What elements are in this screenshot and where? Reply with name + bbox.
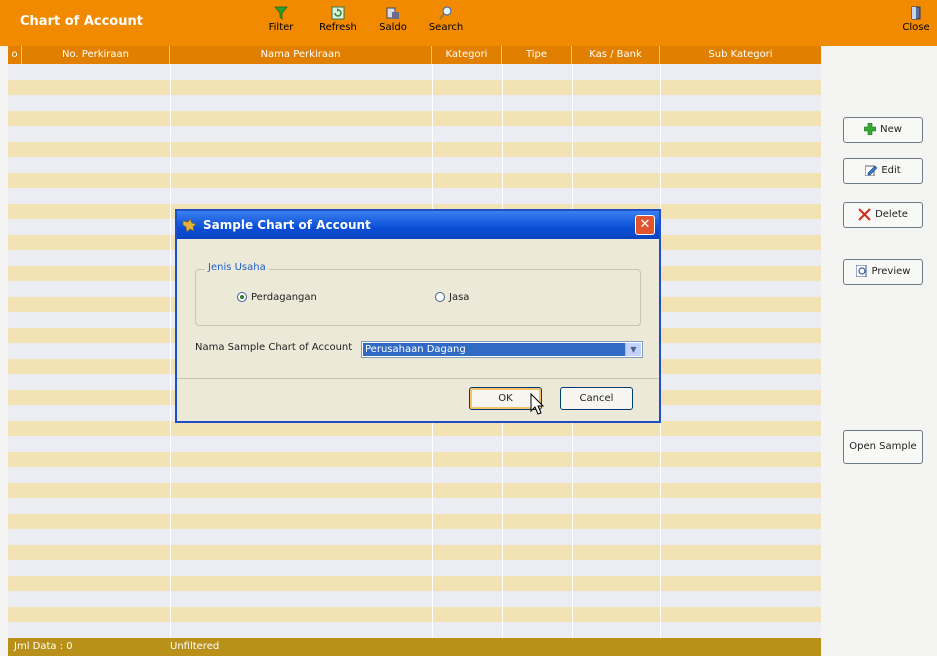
close-door-icon <box>911 6 921 20</box>
cancel-button[interactable]: Cancel <box>560 387 633 410</box>
table-row[interactable] <box>8 591 821 607</box>
record-count: Jml Data : 0 <box>14 641 73 652</box>
edit-label: Edit <box>881 165 901 176</box>
table-row[interactable] <box>8 498 821 514</box>
table-row[interactable] <box>8 467 821 483</box>
radio-perdagangan-label: Perdagangan <box>251 292 317 303</box>
dialog-titlebar[interactable]: Sample Chart of Account ✕ <box>177 211 659 239</box>
open-sample-button[interactable]: Open Sample <box>843 430 923 464</box>
grid-footer: Jml Data : 0 Unfiltered <box>8 638 821 656</box>
saldo-label: Saldo <box>379 22 407 33</box>
plus-icon <box>864 123 877 135</box>
x-icon <box>858 207 871 221</box>
radio-unselected-icon <box>435 292 445 302</box>
column-header-kas-bank[interactable]: Kas / Bank <box>572 46 660 64</box>
sample-name-select[interactable]: Perusahaan Dagang ▼ <box>361 341 643 358</box>
table-row[interactable] <box>8 451 821 467</box>
table-row[interactable] <box>8 529 821 545</box>
saldo-icon <box>386 7 399 19</box>
mouse-pointer-icon <box>530 393 544 415</box>
app-title: Chart of Account <box>20 14 143 29</box>
group-legend: Jenis Usaha <box>205 262 269 273</box>
column-header-nama-perkiraan[interactable]: Nama Perkiraan <box>170 46 432 64</box>
table-row[interactable] <box>8 188 821 204</box>
pencil-icon <box>865 165 878 176</box>
edit-button[interactable]: Edit <box>843 158 923 184</box>
jenis-usaha-group: Jenis Usaha Perdagangan Jasa <box>195 262 641 326</box>
column-header-indicator[interactable]: o <box>8 46 22 64</box>
preview-button[interactable]: Preview <box>843 259 923 285</box>
radio-selected-icon <box>237 292 247 302</box>
table-row[interactable] <box>8 482 821 498</box>
table-row[interactable] <box>8 606 821 622</box>
chevron-down-icon[interactable]: ▼ <box>625 343 641 356</box>
sample-coa-dialog: Sample Chart of Account ✕ Jenis Usaha Pe… <box>175 209 661 423</box>
radio-jasa[interactable]: Jasa <box>435 292 469 303</box>
top-toolbar: Chart of Account Filter Refresh Saldo Se… <box>0 0 937 46</box>
radio-jasa-label: Jasa <box>449 292 470 303</box>
preview-label: Preview <box>871 266 911 277</box>
open-sample-label: Open Sample <box>849 441 917 452</box>
column-header-sub-kategori[interactable]: Sub Kategori <box>660 46 821 64</box>
grid-header: o No. Perkiraan Nama Perkiraan Kategori … <box>8 46 821 64</box>
refresh-label: Refresh <box>319 22 357 33</box>
table-row[interactable] <box>8 513 821 529</box>
dialog-title: Sample Chart of Account <box>203 218 371 232</box>
close-label: Close <box>902 22 930 33</box>
side-panel: New Edit Delete Preview Open Sample <box>821 46 937 656</box>
table-row[interactable] <box>8 560 821 576</box>
column-header-no-perkiraan[interactable]: No. Perkiraan <box>22 46 170 64</box>
table-row[interactable] <box>8 126 821 142</box>
table-row[interactable] <box>8 622 821 638</box>
funnel-icon <box>274 6 288 20</box>
delete-label: Delete <box>875 209 908 220</box>
sample-name-value: Perusahaan Dagang <box>363 343 625 356</box>
delete-button[interactable]: Delete <box>843 202 923 228</box>
dialog-close-button[interactable]: ✕ <box>635 215 655 235</box>
filter-status: Unfiltered <box>170 641 220 652</box>
column-header-tipe[interactable]: Tipe <box>502 46 572 64</box>
filter-label: Filter <box>268 22 294 33</box>
table-row[interactable] <box>8 141 821 157</box>
table-row[interactable] <box>8 172 821 188</box>
table-row[interactable] <box>8 544 821 560</box>
key-icon <box>182 218 197 232</box>
search-button[interactable]: Search <box>426 6 466 42</box>
table-row[interactable] <box>8 79 821 95</box>
filter-button[interactable]: Filter <box>266 6 296 42</box>
preview-icon <box>855 265 867 277</box>
sample-name-label: Nama Sample Chart of Account <box>195 342 353 353</box>
refresh-icon <box>331 6 345 20</box>
table-row[interactable] <box>8 436 821 452</box>
new-button[interactable]: New <box>843 117 923 143</box>
table-row[interactable] <box>8 64 821 80</box>
refresh-button[interactable]: Refresh <box>316 6 360 42</box>
table-row[interactable] <box>8 157 821 173</box>
table-row[interactable] <box>8 110 821 126</box>
dialog-divider <box>177 378 659 379</box>
radio-perdagangan[interactable]: Perdagangan <box>237 292 317 303</box>
close-button[interactable]: Close <box>901 6 931 42</box>
search-label: Search <box>428 22 464 33</box>
saldo-button[interactable]: Saldo <box>376 6 410 42</box>
table-row[interactable] <box>8 575 821 591</box>
search-icon <box>439 6 452 20</box>
column-header-kategori[interactable]: Kategori <box>432 46 502 64</box>
table-row[interactable] <box>8 95 821 111</box>
column-divider <box>170 64 171 638</box>
new-label: New <box>880 124 902 135</box>
